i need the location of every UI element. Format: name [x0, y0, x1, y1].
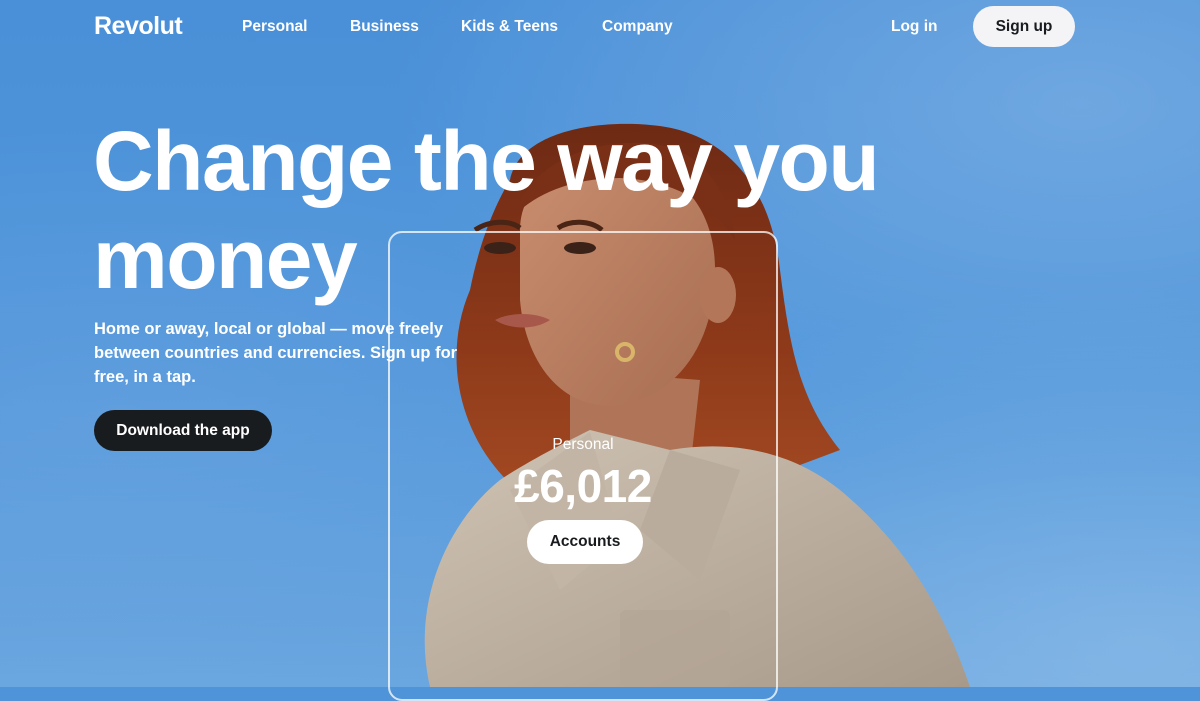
top-nav: Revolut Personal Business Kids & Teens C…: [0, 0, 1200, 54]
download-app-button[interactable]: Download the app: [94, 410, 272, 451]
nav-item-kids-teens[interactable]: Kids & Teens: [461, 18, 558, 36]
login-link[interactable]: Log in: [891, 18, 938, 36]
hero-headline-line1: Change the way you: [93, 114, 880, 208]
account-balance: £6,012: [514, 460, 652, 512]
account-card-label: Personal: [552, 436, 614, 453]
nav-item-business[interactable]: Business: [350, 18, 419, 36]
signup-button[interactable]: Sign up: [973, 6, 1075, 47]
revolut-logo[interactable]: Revolut: [94, 12, 183, 41]
hero-headline-line2: money: [93, 212, 358, 306]
nav-item-company[interactable]: Company: [602, 18, 673, 36]
hero-subtext: Home or away, local or global — move fre…: [94, 320, 458, 386]
hero-headline: Change the way you money: [93, 112, 973, 308]
nav-item-personal[interactable]: Personal: [242, 18, 307, 36]
accounts-button[interactable]: Accounts: [527, 520, 643, 564]
